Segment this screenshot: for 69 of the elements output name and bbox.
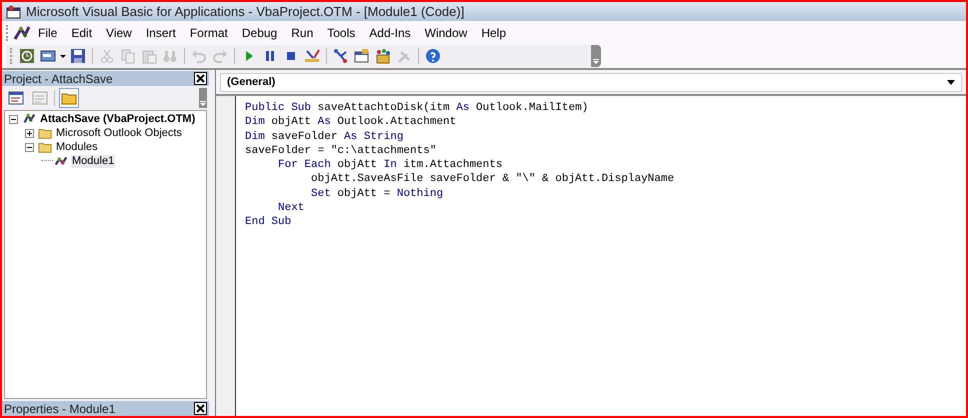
folder-button[interactable] (59, 88, 79, 108)
code-line: Dim objAtt As Outlook.Attachment (245, 115, 456, 130)
dropdown-arrow-icon[interactable] (60, 54, 66, 58)
code-line: Next (277, 201, 304, 216)
tree-item[interactable]: Microsoft Outlook Objects (55, 126, 183, 140)
app-icon (6, 4, 22, 18)
folder-icon (37, 126, 53, 140)
vba-logo-icon (13, 24, 31, 40)
save-icon (70, 48, 86, 64)
form-icon (40, 48, 56, 64)
chevron-down-icon (200, 101, 206, 106)
menu-item[interactable]: Run (284, 22, 320, 42)
object-dropdown[interactable]: (General) (220, 72, 962, 92)
clipboard-icon (141, 48, 157, 64)
menu-item[interactable]: Tools (320, 22, 362, 42)
code-line: objAtt.SaveAsFile saveFolder & "\" & objAtt.DisplayName (310, 172, 674, 187)
box-icon (375, 48, 391, 64)
code-view-icon (8, 90, 24, 106)
help-button[interactable] (424, 47, 442, 65)
code-line: Set objAtt = Nothing (310, 186, 444, 202)
box-button[interactable] (374, 47, 392, 65)
plus-icon (27, 130, 32, 136)
menu-item[interactable]: View (99, 22, 139, 42)
tree-item[interactable]: AttachSave (VbaProject.OTM) (39, 112, 196, 126)
code-line: Dim saveFolder As String (245, 130, 404, 144)
window-title: Microsoft Visual Basic for Applications - VbaProject.OTM - [Module1 (Code)] (26, 2, 464, 21)
menu-item[interactable]: Edit (64, 22, 100, 42)
binoculars-icon (162, 48, 178, 64)
toolbar-options-button[interactable] (591, 45, 601, 67)
code-line: Public Sub saveAttachtoDisk(itm As Outlook.MailItem) (245, 101, 588, 116)
save-button[interactable] (69, 47, 87, 65)
menu-item[interactable]: Debug (234, 22, 284, 42)
close-button[interactable] (194, 402, 207, 415)
collapse-toggle[interactable] (9, 114, 18, 124)
copy-icon (120, 48, 136, 64)
close-icon (196, 74, 205, 83)
chevron-down-icon (593, 59, 599, 64)
collapse-toggle[interactable] (25, 142, 34, 152)
module-icon (53, 154, 69, 168)
menu-item[interactable]: Format (182, 22, 235, 42)
tree-icon (333, 48, 349, 64)
ruler-pencil-button[interactable] (303, 47, 321, 65)
minus-icon (11, 116, 16, 122)
menu-item[interactable]: Help (474, 22, 513, 42)
dropdown-arrow-icon (947, 80, 955, 84)
menu-item[interactable]: File (31, 22, 64, 42)
close-button[interactable] (194, 72, 207, 85)
minus-icon (27, 144, 32, 150)
undo-icon (191, 48, 207, 64)
code-line: For Each objAtt In itm.Attachments (277, 158, 502, 172)
panel-title: Properties - Module1 (4, 402, 116, 414)
help-icon (425, 48, 441, 64)
menu-item[interactable]: Window (418, 22, 474, 42)
close-icon (196, 404, 205, 413)
menu-item[interactable]: Insert (138, 22, 183, 42)
expand-toggle[interactable] (25, 128, 34, 138)
tree-button[interactable] (332, 47, 350, 65)
menu-item[interactable]: Add-Ins (362, 22, 418, 42)
scissors-icon (99, 48, 115, 64)
redo-icon (212, 48, 228, 64)
code-line: saveFolder = "c:\attachments" (245, 144, 436, 158)
tree-item[interactable]: Modules (55, 140, 99, 154)
project-icon (21, 112, 37, 126)
form-view-icon (32, 90, 48, 106)
ruler-pencil-icon (304, 48, 320, 64)
code-line: End Sub (245, 215, 292, 230)
panel-title: Project - AttachSave (4, 72, 113, 84)
tree-item[interactable]: Module1 (71, 154, 116, 168)
folder-icon (37, 140, 53, 154)
